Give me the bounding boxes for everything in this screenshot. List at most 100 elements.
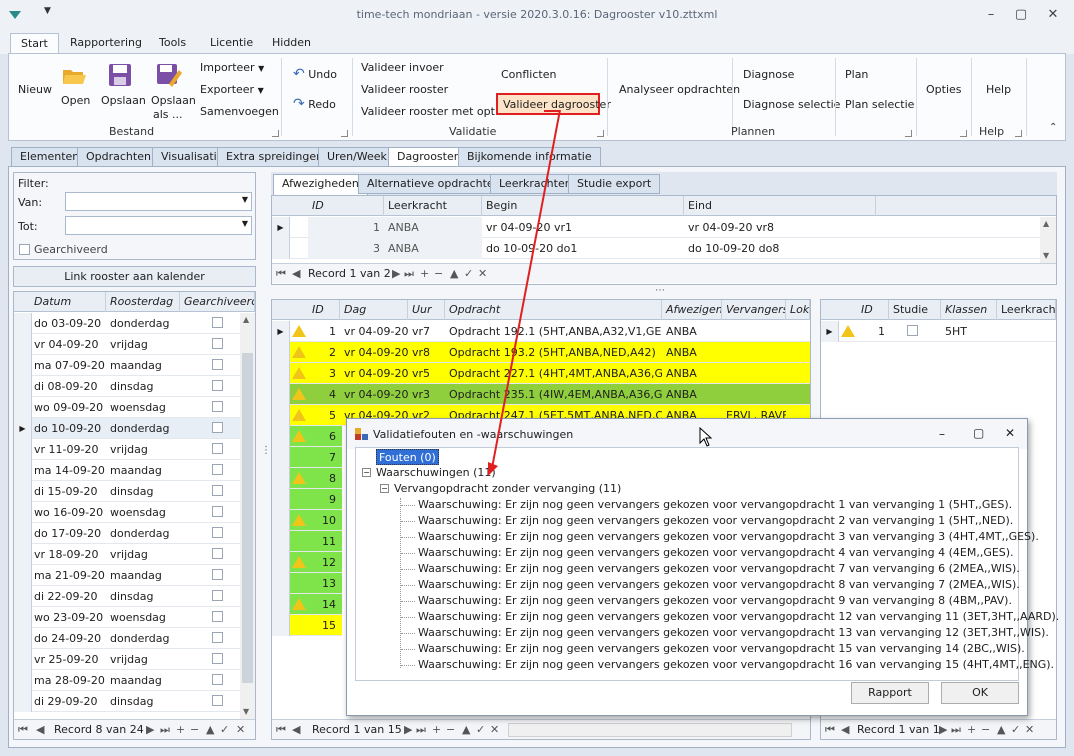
table-row[interactable]: wo 09-09-20 woensdag xyxy=(14,397,240,418)
first-record-icon[interactable]: ⏮ xyxy=(276,720,286,740)
minimize-icon[interactable]: – xyxy=(976,5,1006,25)
tab-dagrooster[interactable]: Dagrooster xyxy=(388,147,468,168)
analyseer-opdrachten-button[interactable]: Analyseer opdrachten xyxy=(619,83,740,96)
opties-dialog-launcher-icon[interactable] xyxy=(960,130,967,137)
tab-start[interactable]: Start xyxy=(10,33,59,54)
delete-record-icon[interactable]: − xyxy=(434,264,443,284)
diagnose-button[interactable]: Diagnose xyxy=(743,68,794,81)
dates-vertical-scrollbar[interactable]: ▲ ▼ xyxy=(240,313,255,719)
gearchiveerd-checkbox[interactable] xyxy=(212,443,223,457)
column-header-klassen[interactable]: Klassen xyxy=(941,300,997,320)
last-record-icon[interactable]: ⏭ xyxy=(404,264,414,284)
tree-collapse-icon[interactable]: − xyxy=(362,468,371,477)
table-row[interactable]: 9 xyxy=(272,489,342,510)
tasks-horizontal-scrollbar[interactable] xyxy=(508,723,792,737)
plannen-dialog-launcher-icon[interactable] xyxy=(905,130,912,137)
tab-opdrachten[interactable]: Opdrachten xyxy=(77,147,160,167)
table-row[interactable]: wo 16-09-20 woensdag xyxy=(14,502,240,523)
delete-record-icon[interactable]: − xyxy=(190,720,199,740)
table-row[interactable]: ▶ 1 5HT xyxy=(821,321,1056,342)
tab-afwezigheden[interactable]: Afwezigheden xyxy=(273,174,368,195)
table-row[interactable]: di 15-09-20 dinsdag xyxy=(14,481,240,502)
column-header-studie[interactable]: Studie xyxy=(889,300,941,320)
next-record-icon[interactable]: ▶ xyxy=(146,720,154,740)
apply-icon[interactable]: ✓ xyxy=(1011,720,1020,740)
column-header-lokaal[interactable]: Lok xyxy=(786,300,810,320)
opslaan-als-button[interactable]: Opslaan als ... xyxy=(149,60,196,121)
scroll-up-icon[interactable]: ▲ xyxy=(243,315,249,324)
tab-rapportering[interactable]: Rapportering xyxy=(60,33,152,54)
collapse-ribbon-icon[interactable]: ⌃ xyxy=(1049,122,1057,133)
tree-node-warning[interactable]: Waarschuwing: Er zijn nog geen vervanger… xyxy=(418,497,1012,513)
tree-node-warning[interactable]: Waarschuwing: Er zijn nog geen vervanger… xyxy=(418,545,1014,561)
gearchiveerd-checkbox[interactable] xyxy=(212,527,223,541)
tree-node-warning[interactable]: Waarschuwing: Er zijn nog geen vervanger… xyxy=(418,577,1020,593)
undo-button[interactable]: ↶ Undo xyxy=(293,66,337,82)
tab-uren-week[interactable]: Uren/Week xyxy=(318,147,396,167)
scroll-up-icon[interactable]: ▲ xyxy=(1043,219,1049,228)
first-record-icon[interactable]: ⏮ xyxy=(825,720,835,740)
studie-checkbox[interactable] xyxy=(907,325,918,339)
gearchiveerd-checkbox[interactable] xyxy=(212,506,223,520)
gearchiveerd-checkbox[interactable] xyxy=(212,338,223,352)
valideer-invoer-button[interactable]: Valideer invoer xyxy=(361,61,444,74)
delete-record-icon[interactable]: − xyxy=(446,720,455,740)
chevron-down-icon[interactable]: ▼ xyxy=(242,195,248,204)
tree-node-fouten[interactable]: Fouten (0) xyxy=(376,449,439,465)
last-record-icon[interactable]: ⏭ xyxy=(416,720,426,740)
table-row[interactable]: do 17-09-20 donderdag xyxy=(14,523,240,544)
last-record-icon[interactable]: ⏭ xyxy=(951,720,961,740)
undo-dialog-launcher-icon[interactable] xyxy=(341,130,348,137)
ok-button[interactable]: OK xyxy=(941,682,1019,704)
valideer-rooster-button[interactable]: Valideer rooster xyxy=(361,83,448,96)
table-row[interactable]: do 03-09-20 donderdag xyxy=(14,313,240,334)
gearchiveerd-checkbox[interactable] xyxy=(212,317,223,331)
column-header-leerkrachten[interactable]: Leerkrachten xyxy=(997,300,1056,320)
column-header-afwezigen[interactable]: Afwezigen xyxy=(662,300,722,320)
gearchiveerd-checkbox[interactable] xyxy=(19,244,30,258)
cancel-icon[interactable]: ✕ xyxy=(236,720,245,740)
column-header-id[interactable]: ID xyxy=(308,300,340,320)
add-record-icon[interactable]: + xyxy=(432,720,441,740)
gearchiveerd-checkbox[interactable] xyxy=(212,359,223,373)
table-row[interactable]: vr 25-09-20 vrijdag xyxy=(14,649,240,670)
dialog-close-icon[interactable]: ✕ xyxy=(1005,426,1015,440)
scrollbar-thumb[interactable] xyxy=(242,353,253,683)
column-header-uur[interactable]: Uur xyxy=(408,300,445,320)
exporteer-button[interactable]: Exporteer ▼ xyxy=(200,83,264,96)
open-button[interactable]: Open xyxy=(59,60,90,112)
opties-button[interactable]: Opties xyxy=(926,83,962,96)
scroll-down-icon[interactable]: ▼ xyxy=(1043,251,1049,260)
table-row[interactable]: 13 xyxy=(272,573,342,594)
next-record-icon[interactable]: ▶ xyxy=(939,720,947,740)
gearchiveerd-checkbox[interactable] xyxy=(212,695,223,709)
table-row[interactable]: ▶ do 10-09-20 donderdag xyxy=(14,418,240,439)
close-icon[interactable]: ✕ xyxy=(1038,5,1068,25)
cancel-icon[interactable]: ✕ xyxy=(1025,720,1034,740)
next-record-icon[interactable]: ▶ xyxy=(404,720,412,740)
tree-node-warning[interactable]: Waarschuwing: Er zijn nog geen vervanger… xyxy=(418,513,1013,529)
horizontal-splitter[interactable]: ⋯ xyxy=(655,285,665,296)
add-record-icon[interactable]: + xyxy=(420,264,429,284)
next-record-icon[interactable]: ▶ xyxy=(392,264,400,284)
scroll-down-icon[interactable]: ▼ xyxy=(243,707,249,716)
dialog-maximize-icon[interactable]: ▢ xyxy=(973,426,984,440)
tree-node-warning[interactable]: Waarschuwing: Er zijn nog geen vervanger… xyxy=(418,641,1025,657)
tree-node-warning[interactable]: Waarschuwing: Er zijn nog geen vervanger… xyxy=(418,609,1059,625)
tab-tools[interactable]: Tools xyxy=(149,33,196,54)
tree-node-warning[interactable]: Waarschuwing: Er zijn nog geen vervanger… xyxy=(418,529,1039,545)
first-record-icon[interactable]: ⏮ xyxy=(18,720,28,740)
gearchiveerd-checkbox[interactable] xyxy=(212,548,223,562)
tree-node-warning[interactable]: Waarschuwing: Er zijn nog geen vervanger… xyxy=(418,593,1012,609)
gearchiveerd-checkbox[interactable] xyxy=(212,590,223,604)
bestand-dialog-launcher-icon[interactable] xyxy=(272,130,279,137)
table-row[interactable]: 11 xyxy=(272,531,342,552)
column-header-eind[interactable]: Eind xyxy=(684,196,876,216)
nieuw-button[interactable]: Nieuw xyxy=(18,83,52,96)
gearchiveerd-checkbox[interactable] xyxy=(212,380,223,394)
table-row[interactable]: di 08-09-20 dinsdag xyxy=(14,376,240,397)
last-record-icon[interactable]: ⏭ xyxy=(160,720,170,740)
table-row[interactable]: ma 21-09-20 maandag xyxy=(14,565,240,586)
rapport-button[interactable]: Rapport xyxy=(851,682,929,704)
plan-selectie-button[interactable]: Plan selectie xyxy=(845,98,914,111)
